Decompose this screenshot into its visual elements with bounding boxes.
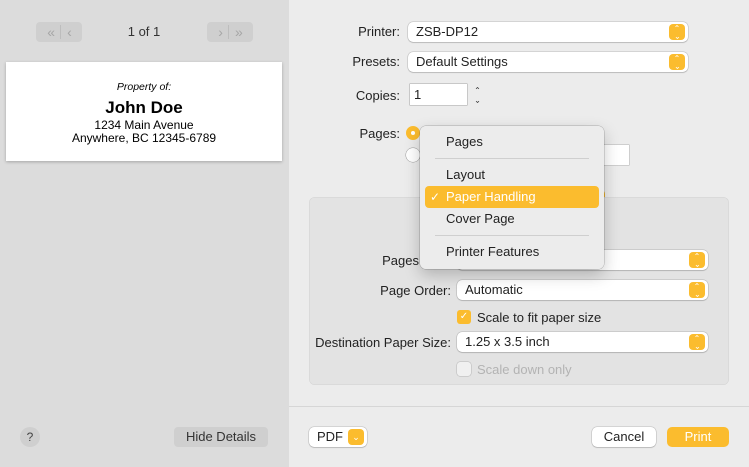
dest-paper-size-value: 1.25 x 3.5 inch <box>465 334 550 349</box>
chevron-updown-icon: ⌃ ⌃ <box>689 334 705 350</box>
preview-sidebar: « ‹ 1 of 1 › » Property of: John Doe 123… <box>0 0 289 467</box>
presets-label: Presets: <box>352 54 400 69</box>
presets-select[interactable]: Default Settings ⌃ ⌃ <box>408 52 688 72</box>
hide-details-button[interactable]: Hide Details <box>174 427 268 447</box>
nav-separator <box>60 25 62 39</box>
label-preview: Property of: John Doe 1234 Main Avenue A… <box>6 62 282 161</box>
page-order-select[interactable]: Automatic ⌃ ⌃ <box>457 280 708 300</box>
dest-paper-size-select[interactable]: 1.25 x 3.5 inch ⌃ ⌃ <box>457 332 708 352</box>
menu-item-label: Paper Handling <box>446 189 536 204</box>
print-button[interactable]: Print <box>667 427 729 447</box>
page-counter: 1 of 1 <box>127 24 161 39</box>
stepper-down-icon[interactable]: ⌃ <box>471 95 484 104</box>
chevron-updown-icon: ⌃ ⌃ <box>669 54 685 70</box>
nav-separator <box>227 25 229 39</box>
menu-item-label: Printer Features <box>446 244 540 259</box>
scale-down-only-label: Scale down only <box>477 362 572 377</box>
menu-item-paper-handling[interactable]: ✓ Paper Handling <box>425 186 599 208</box>
copies-stepper[interactable]: ⌃ ⌃ <box>471 84 484 105</box>
cancel-button[interactable]: Cancel <box>592 427 656 447</box>
scale-to-fit-label: Scale to fit paper size <box>477 310 602 325</box>
menu-item-pages[interactable]: Pages <box>425 131 599 153</box>
page-order-value: Automatic <box>465 282 523 297</box>
pdf-menu-button[interactable]: PDF ⌄ <box>309 427 367 447</box>
pages-label: Pages: <box>359 126 400 141</box>
printer-select[interactable]: ZSB-DP12 ⌃ ⌃ <box>408 22 688 42</box>
menu-item-label: Layout <box>446 167 486 182</box>
chevron-updown-icon: ⌃ ⌃ <box>689 252 705 268</box>
prev-page-buttons[interactable]: « ‹ <box>36 22 82 42</box>
previous-page-icon[interactable]: ‹ <box>67 24 72 40</box>
menu-item-cover-page[interactable]: Cover Page <box>425 208 599 230</box>
footer-divider <box>289 406 749 407</box>
menu-item-printer-features[interactable]: Printer Features <box>425 241 599 263</box>
panel-pages-label: Pages <box>382 253 419 268</box>
preview-line-1: Property of: <box>116 81 172 93</box>
stepper-up-icon[interactable]: ⌃ <box>471 86 484 95</box>
chevron-updown-icon: ⌃ ⌃ <box>689 282 705 298</box>
pages-all-radio[interactable] <box>406 126 420 140</box>
chevron-down-icon: ⌄ <box>348 429 364 445</box>
first-page-icon[interactable]: « <box>47 24 55 40</box>
checkmark-icon: ✓ <box>430 190 441 204</box>
copies-field[interactable]: 1 <box>410 84 467 105</box>
chevron-updown-icon: ⌃ ⌃ <box>669 24 685 40</box>
next-page-icon[interactable]: › <box>218 24 223 40</box>
dest-paper-size-label: Destination Paper Size: <box>315 335 451 350</box>
preview-line-2: John Doe <box>105 98 183 117</box>
menu-item-label: Pages <box>446 134 483 149</box>
scale-to-fit-checkbox[interactable]: ✓ <box>457 310 471 324</box>
help-button[interactable]: ? <box>20 427 40 447</box>
presets-value: Default Settings <box>416 54 508 69</box>
copies-label: Copies: <box>355 88 400 103</box>
preview-line-4: Anywhere, BC 12345-6789 <box>71 131 217 145</box>
menu-item-layout[interactable]: Layout <box>425 164 599 186</box>
menu-separator <box>435 158 589 159</box>
page-order-label: Page Order: <box>380 283 451 298</box>
pages-range-radio[interactable] <box>406 148 420 162</box>
menu-item-label: Cover Page <box>446 211 515 226</box>
pdf-label: PDF <box>317 429 343 444</box>
printer-label: Printer: <box>358 24 400 39</box>
next-page-buttons[interactable]: › » <box>207 22 253 42</box>
printer-value: ZSB-DP12 <box>416 24 479 39</box>
menu-separator <box>435 235 589 236</box>
section-dropdown-menu: Pages Layout ✓ Paper Handling Cover Page… <box>420 126 604 269</box>
scale-down-only-checkbox[interactable] <box>457 362 471 376</box>
last-page-icon[interactable]: » <box>235 24 243 40</box>
